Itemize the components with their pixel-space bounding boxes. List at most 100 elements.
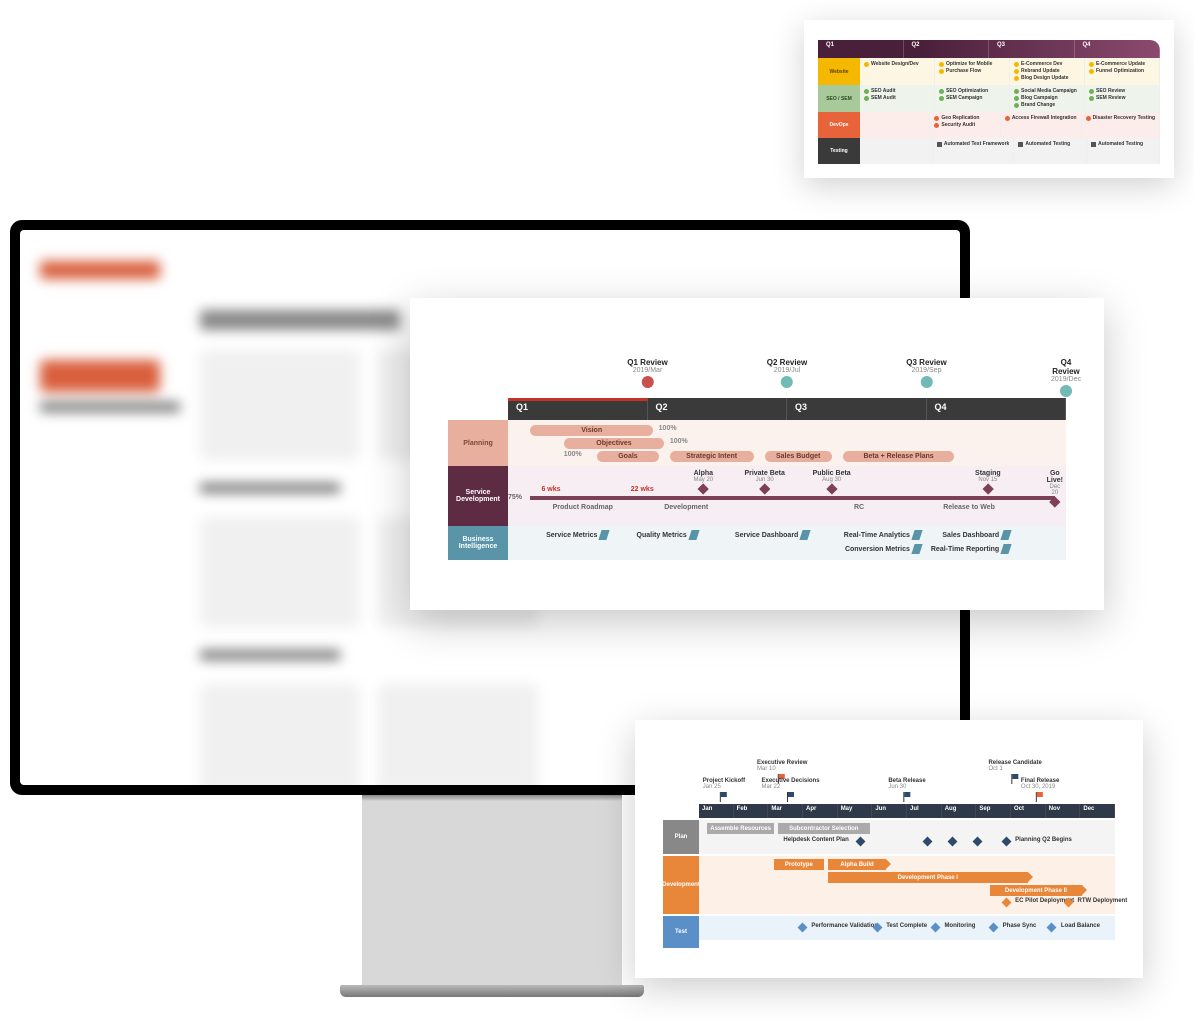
task-item: SEM Campaign: [939, 95, 1005, 101]
diamond-icon: [1001, 837, 1011, 847]
bi-label: Service Dashboard: [735, 532, 798, 539]
template-card[interactable]: [200, 684, 360, 785]
review-milestone: Q3 Review2019/Sep: [906, 358, 946, 388]
milestone-dot-icon: [1060, 385, 1072, 397]
lane-label-development: Development: [663, 856, 699, 914]
row-label: SEO / SEM: [818, 85, 860, 112]
milestone-flag: Final ReleaseOct 30, 2019: [1021, 778, 1059, 802]
bi-item: Service Dashboard: [735, 530, 809, 540]
row-label: DevOps: [818, 112, 860, 138]
task-label: Security Audit: [941, 122, 975, 128]
milestone-label: RTW Deployment: [1078, 898, 1128, 904]
review-date: 2019/Jul: [767, 367, 807, 374]
slash-icon: [599, 530, 610, 540]
task-label: SEO Audit: [871, 88, 896, 94]
milestone-title: Go Live!: [1047, 470, 1063, 484]
bullet-icon: [1089, 96, 1094, 101]
swimlane-row: SEO / SEMSEO AuditSEM AuditSEO Optimizat…: [818, 85, 1160, 112]
task-item: Security Audit: [934, 122, 995, 128]
lane-body-planning: Vision100%Objectives100%Goals100%Strateg…: [508, 420, 1066, 466]
cell: Automated Testing: [1087, 138, 1160, 164]
milestone: Private BetaJun 30: [744, 470, 784, 495]
monitor-stand: [362, 795, 622, 995]
bullet-icon: [934, 123, 939, 128]
milestone: Public BetaAug 30: [813, 470, 851, 495]
percent-label: 75%: [508, 494, 522, 501]
review-milestones: Q1 Review2019/MarQ2 Review2019/JulQ3 Rev…: [508, 358, 1066, 398]
template-preview-swimlane-timeline: Q1 Review2019/MarQ2 Review2019/JulQ3 Rev…: [410, 298, 1104, 610]
review-title: Q2 Review: [767, 358, 807, 367]
milestone-dot-icon: [781, 376, 793, 388]
task-label: Automated Testing: [1025, 141, 1070, 147]
task-bar: Beta + Release Plans: [843, 451, 955, 462]
task-item: E-Commerce Update: [1089, 61, 1155, 67]
lane-label-service-dev: Service Development: [448, 466, 508, 526]
task-item: Social Media Campaign: [1014, 88, 1080, 94]
lane-label-business-intel: Business Intelligence: [448, 526, 508, 560]
milestone-label: Load Balance: [1061, 923, 1100, 929]
task-item: Blog Design Update: [1014, 75, 1080, 81]
bullet-icon: [1089, 69, 1094, 74]
percent-label: 100%: [659, 425, 677, 432]
bi-item: Quality Metrics: [637, 530, 698, 540]
template-card[interactable]: [200, 517, 360, 627]
task-item: SEM Audit: [864, 95, 930, 101]
lane-body-development: PrototypeAlpha BuildDevelopment Phase ID…: [699, 856, 1115, 914]
bi-label: Quality Metrics: [637, 532, 687, 539]
bi-label: Service Metrics: [546, 532, 597, 539]
quarter-q1: Q1: [508, 398, 648, 420]
milestone: Go Live!Dec 20: [1047, 470, 1063, 508]
cell: Automated Test Framework: [933, 138, 1014, 164]
bullet-icon: [864, 96, 869, 101]
bullet-icon: [934, 116, 939, 121]
template-card[interactable]: [378, 684, 538, 785]
bi-label: Real-Time Reporting: [931, 546, 999, 553]
bullet-icon: [1014, 96, 1019, 101]
percent-label: 100%: [564, 451, 582, 458]
task-bar: Prototype: [774, 859, 824, 870]
milestone-title: Public Beta: [813, 470, 851, 477]
diamond-icon: [698, 483, 709, 494]
row-label: Testing: [818, 138, 860, 164]
cell: [860, 138, 933, 164]
task-item: Geo Replication: [934, 115, 995, 121]
month-label: May: [838, 804, 873, 818]
month-label: Feb: [734, 804, 769, 818]
bullet-icon: [939, 96, 944, 101]
cell: Geo ReplicationSecurity Audit: [930, 112, 1000, 138]
flag-icon: [1036, 792, 1044, 802]
month-header: JanFebMarAprMayJunJulAugSepOctNovDec: [699, 804, 1115, 818]
review-date: 2019/Dec: [1051, 376, 1081, 383]
new-button[interactable]: [40, 360, 160, 392]
bullet-icon: [1018, 142, 1023, 147]
segment-label: RC: [854, 504, 864, 511]
quarter-header: Q1 Q2 Q3 Q4: [818, 40, 1160, 58]
bi-label: Sales Dashboard: [942, 532, 999, 539]
task-label: Purchase Flow: [946, 68, 981, 74]
cell: Disaster Recovery Testing: [1082, 112, 1160, 138]
lane-plan: Plan Assemble ResourcesSubcontractor Sel…: [663, 820, 1115, 854]
lane-label-planning: Planning: [448, 420, 508, 466]
bullet-icon: [1014, 62, 1019, 67]
bullet-icon: [1014, 69, 1019, 74]
task-label: E-Commerce Dev: [1021, 61, 1062, 67]
lane-body-plan: Assemble ResourcesSubcontractor Selectio…: [699, 820, 1115, 854]
bi-item: Real-Time Reporting: [931, 544, 1010, 554]
cell: Social Media CampaignBlog CampaignBrand …: [1010, 85, 1085, 112]
task-item: SEO Review: [1089, 88, 1155, 94]
task-item: SEO Audit: [864, 88, 930, 94]
month-label: Jul: [907, 804, 942, 818]
bullet-icon: [1091, 142, 1096, 147]
lane-development: Development PrototypeAlpha BuildDevelopm…: [663, 856, 1115, 914]
milestone-date: May 20: [693, 477, 713, 483]
review-milestone: Q4 Review2019/Dec: [1051, 358, 1081, 397]
task-label: Rebrand Update: [1021, 68, 1060, 74]
milestone-label: Phase Sync: [1003, 923, 1037, 929]
template-card[interactable]: [200, 350, 360, 460]
monitor-base: [340, 985, 644, 997]
lane-business-intel: Business Intelligence Service Metrics Qua…: [448, 526, 1066, 560]
bullet-icon: [1014, 76, 1019, 81]
milestone-dot-icon: [921, 376, 933, 388]
task-bar: Development Phase II: [990, 885, 1082, 896]
milestone-flags: Project KickoffJan 25Executive ReviewMar…: [699, 760, 1115, 804]
